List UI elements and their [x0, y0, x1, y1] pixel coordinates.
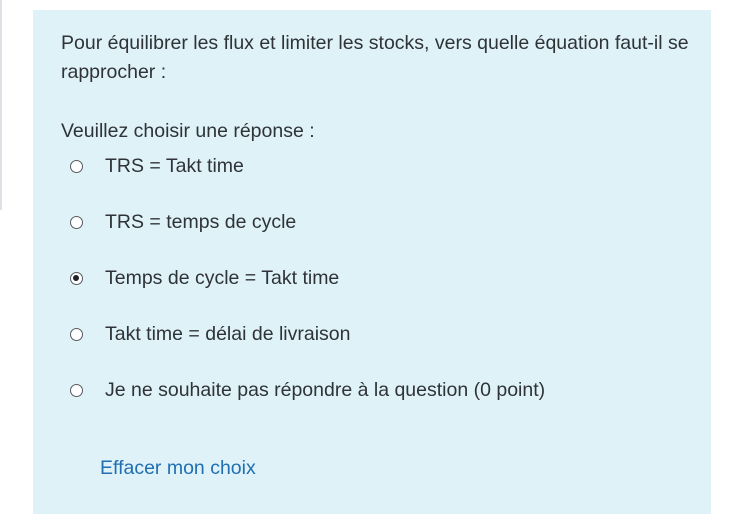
radio-button[interactable]: [70, 271, 83, 285]
answer-option-1[interactable]: TRS = Takt time: [70, 152, 690, 180]
question-text: Pour équilibrer les flux et limiter les …: [61, 32, 689, 83]
left-border-divider: [0, 0, 2, 210]
clear-choice-link[interactable]: Effacer mon choix: [100, 454, 256, 483]
answer-option-2[interactable]: TRS = temps de cycle: [70, 208, 690, 236]
question-panel: Pour équilibrer les flux et limiter les …: [33, 10, 711, 514]
answer-list: TRS = Takt time TRS = temps de cycle Tem…: [70, 152, 690, 432]
answer-label: TRS = Takt time: [105, 155, 244, 177]
answer-label: Temps de cycle = Takt time: [105, 267, 340, 289]
answer-option-3[interactable]: Temps de cycle = Takt time: [70, 264, 690, 292]
radio-button[interactable]: [70, 159, 83, 173]
radio-button[interactable]: [70, 383, 83, 397]
answer-label: Takt time = délai de livraison: [105, 323, 351, 345]
answer-label: TRS = temps de cycle: [105, 211, 297, 233]
answer-label: Je ne souhaite pas répondre à la questio…: [105, 379, 546, 401]
answer-option-4[interactable]: Takt time = délai de livraison: [70, 320, 690, 348]
answer-option-5[interactable]: Je ne souhaite pas répondre à la questio…: [70, 376, 690, 404]
answer-prompt: Veuillez choisir une réponse :: [61, 120, 315, 142]
radio-button[interactable]: [70, 215, 83, 229]
radio-button[interactable]: [70, 327, 83, 341]
